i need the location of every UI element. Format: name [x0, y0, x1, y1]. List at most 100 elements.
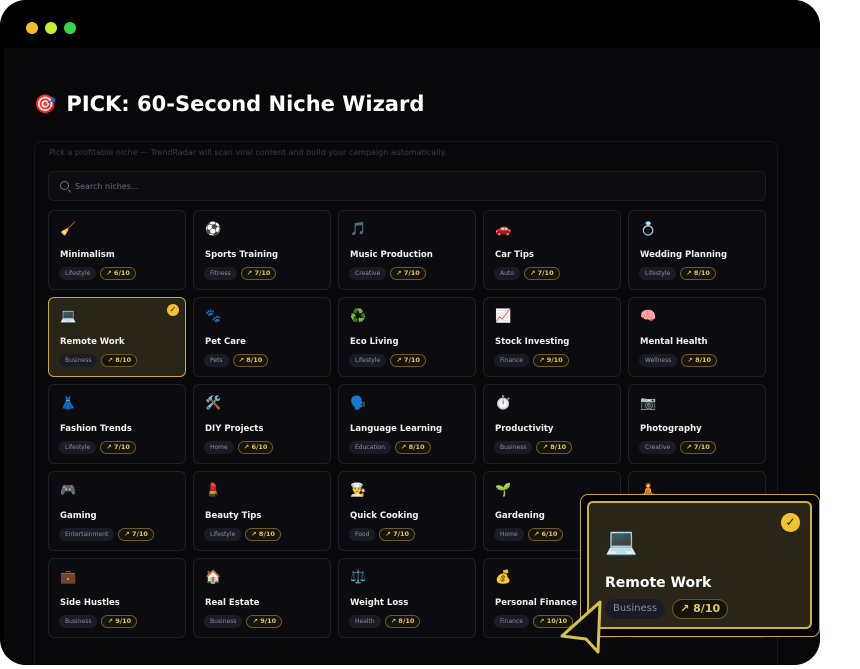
maximize-window-dot[interactable]	[64, 22, 76, 34]
niche-card[interactable]: 👨‍🍳 Quick Cooking Food ↗ 7/10	[338, 471, 476, 551]
score-value: 8/10	[246, 356, 263, 364]
niche-card[interactable]: 🚗 Car Tips Auto ↗ 7/10	[483, 210, 621, 290]
niche-card[interactable]: 🎵 Music Production Creative ↗ 7/10	[338, 210, 476, 290]
niche-card[interactable]: ⚽ Sports Training Fitness ↗ 7/10	[193, 210, 331, 290]
niche-name: Side Hustles	[60, 598, 120, 608]
category-badge: Creative	[349, 267, 387, 280]
niche-tags: Lifestyle ↗ 8/10	[204, 528, 281, 541]
niche-card[interactable]: 📷 Photography Creative ↗ 7/10	[628, 384, 766, 464]
niche-name: Real Estate	[205, 598, 260, 608]
niche-card[interactable]: ♻️ Eco Living Lifestyle ↗ 7/10	[338, 297, 476, 377]
niche-card[interactable]: 📈 Stock Investing Finance ↗ 9/10	[483, 297, 621, 377]
niche-tags: Finance ↗ 9/10	[494, 354, 569, 367]
score-value: 8/10	[258, 530, 275, 538]
laptop-icon: 💻	[605, 527, 638, 557]
niche-tags: Home ↗ 6/10	[494, 528, 564, 541]
niche-tags: Education ↗ 8/10	[349, 441, 431, 454]
category-badge: Lifestyle	[59, 267, 97, 280]
niche-card[interactable]: 🎮 Gaming Entertainment ↗ 7/10	[48, 471, 186, 551]
niche-emoji-icon: 🎮	[60, 483, 77, 498]
niche-card[interactable]: 💻 ✓ Remote Work Business ↗ 8/10	[48, 297, 186, 377]
niche-tags: Health ↗ 8/10	[349, 615, 421, 628]
niche-card[interactable]: 👗 Fashion Trends Lifestyle ↗ 7/10	[48, 384, 186, 464]
niche-emoji-icon: 🧹	[60, 222, 77, 237]
niche-name: Beauty Tips	[205, 511, 262, 521]
score-badge: ↗ 7/10	[118, 528, 154, 541]
niche-name: Minimalism	[60, 250, 115, 260]
niche-name: Gardening	[495, 511, 545, 521]
category-badge: Food	[349, 528, 376, 541]
score-value: 7/10	[537, 269, 554, 277]
niche-card[interactable]: 💄 Beauty Tips Lifestyle ↗ 8/10	[193, 471, 331, 551]
score-value: 8/10	[693, 269, 710, 277]
score-badge: ↗ 7/10	[390, 354, 426, 367]
niche-card[interactable]: 🗣️ Language Learning Education ↗ 8/10	[338, 384, 476, 464]
niche-name: Wedding Planning	[640, 250, 728, 260]
score-badge: ↗ 7/10	[523, 267, 560, 280]
niche-name: Language Learning	[350, 424, 443, 434]
score-badge: ↗ 9/10	[101, 615, 138, 628]
page-title-text: PICK: 60-Second Niche Wizard	[66, 92, 425, 116]
niche-name: Fashion Trends	[60, 424, 132, 434]
mouse-pointer-icon	[560, 600, 602, 654]
niche-emoji-icon: 📷	[640, 396, 657, 411]
category-badge: Home	[494, 528, 524, 541]
niche-tags: Creative ↗ 7/10	[639, 441, 716, 454]
score-value: 7/10	[403, 269, 420, 277]
score-value: 6/10	[251, 443, 268, 451]
niche-card[interactable]: 🧠 Mental Health Wellness ↗ 8/10	[628, 297, 766, 377]
category-badge: Lifestyle	[204, 528, 242, 541]
category-badge: Auto	[494, 267, 520, 280]
close-window-dot[interactable]	[26, 22, 38, 34]
niche-tags: Business ↗ 9/10	[204, 615, 283, 628]
niche-card[interactable]: 🛠️ DIY Projects Home ↗ 6/10	[193, 384, 331, 464]
search-icon	[60, 181, 69, 190]
score-value: 8/10	[398, 617, 415, 625]
niche-tags: Lifestyle ↗ 7/10	[59, 441, 136, 454]
zoomed-selection-callout: 💻 ✓ Remote Work Business ↗ 8/10	[580, 494, 820, 637]
niche-name: Photography	[640, 424, 702, 434]
search-box[interactable]	[48, 171, 766, 201]
score-badge: ↗ 7/10	[240, 267, 277, 280]
niche-tags: Business ↗ 8/10	[494, 441, 573, 454]
search-input[interactable]	[75, 172, 725, 200]
niche-emoji-icon: 💻	[60, 309, 77, 324]
score-badge: ↗ 6/10	[527, 528, 564, 541]
niche-card[interactable]: 💍 Wedding Planning Lifestyle ↗ 8/10	[628, 210, 766, 290]
score-badge: ↗ 8/10	[384, 615, 421, 628]
target-icon: 🎯	[34, 93, 57, 115]
niche-emoji-icon: ⏱️	[495, 396, 512, 411]
niche-name: Eco Living	[350, 337, 399, 347]
category-badge: Business	[59, 615, 98, 628]
zoomed-score-value: 8/10	[693, 602, 721, 615]
niche-emoji-icon: 👗	[60, 396, 77, 411]
check-icon: ✓	[167, 304, 179, 316]
niche-tags: Lifestyle ↗ 7/10	[349, 354, 426, 367]
score-badge: ↗ 6/10	[100, 267, 136, 280]
category-badge: Finance	[494, 615, 529, 628]
score-value: 7/10	[393, 530, 410, 538]
niche-card[interactable]: ⏱️ Productivity Business ↗ 8/10	[483, 384, 621, 464]
niche-tags: Lifestyle ↗ 8/10	[639, 267, 716, 280]
score-badge: ↗ 7/10	[379, 528, 416, 541]
score-value: 6/10	[113, 269, 130, 277]
niche-card[interactable]: 🧹 Minimalism Lifestyle ↗ 6/10	[48, 210, 186, 290]
score-value: 8/10	[115, 356, 132, 364]
niche-name: Car Tips	[495, 250, 534, 260]
niche-tags: Pets ↗ 8/10	[204, 354, 269, 367]
score-value: 8/10	[550, 443, 567, 451]
niche-card[interactable]: 🐾 Pet Care Pets ↗ 8/10	[193, 297, 331, 377]
category-badge: Business	[59, 354, 98, 367]
score-badge: ↗ 8/10	[232, 354, 269, 367]
niche-emoji-icon: 🐾	[205, 309, 222, 324]
niche-tags: Entertainment ↗ 7/10	[59, 528, 154, 541]
score-badge: ↗ 9/10	[246, 615, 283, 628]
zoomed-niche-card[interactable]: 💻 ✓ Remote Work Business ↗ 8/10	[587, 501, 812, 629]
category-badge: Fitness	[204, 267, 237, 280]
niche-card[interactable]: ⚖️ Weight Loss Health ↗ 8/10	[338, 558, 476, 638]
score-value: 8/10	[695, 356, 712, 364]
niche-tags: Business ↗ 8/10	[59, 354, 138, 367]
minimize-window-dot[interactable]	[45, 22, 57, 34]
niche-card[interactable]: 🏠 Real Estate Business ↗ 9/10	[193, 558, 331, 638]
niche-card[interactable]: 💼 Side Hustles Business ↗ 9/10	[48, 558, 186, 638]
